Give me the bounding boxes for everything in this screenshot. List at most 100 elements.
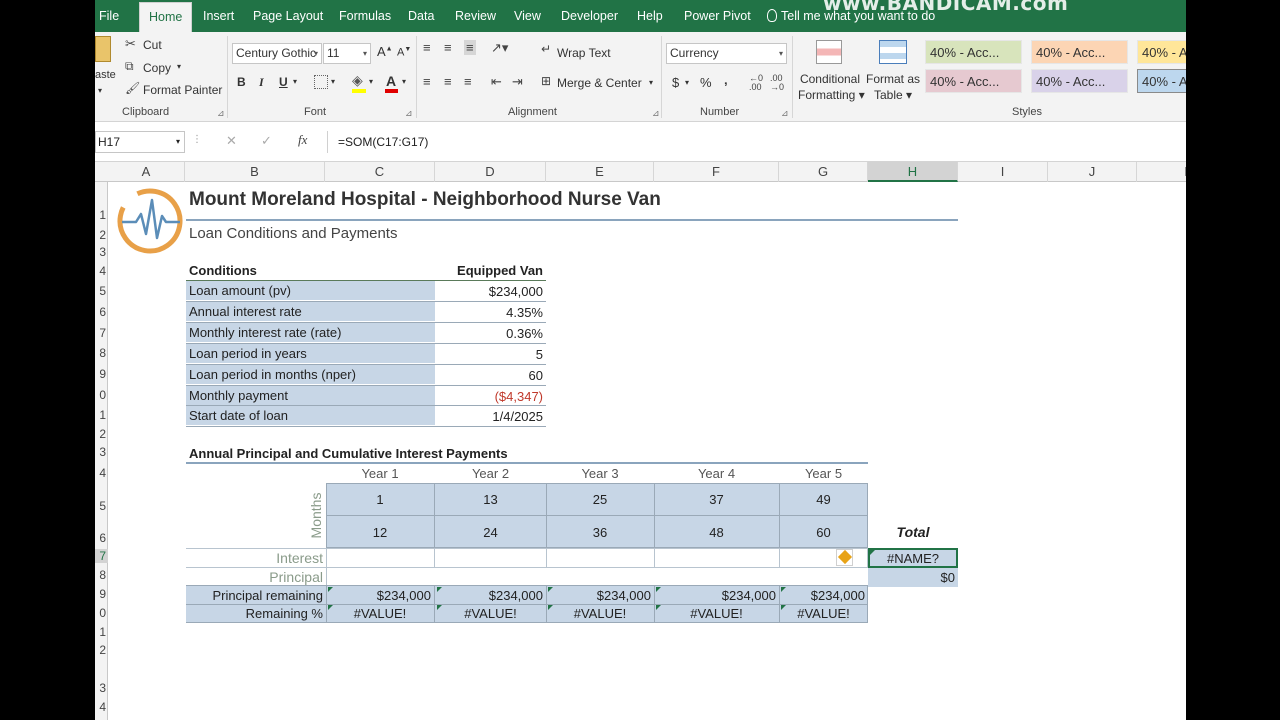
end-month[interactable]: 12 xyxy=(326,523,434,542)
paste-dropdown-icon[interactable]: ▾ xyxy=(98,86,102,95)
row-header[interactable]: 4 xyxy=(95,264,108,278)
tab-file[interactable]: File xyxy=(99,0,119,32)
year-header[interactable]: Year 3 xyxy=(546,464,654,483)
principal-remaining-value[interactable]: $234,000 xyxy=(779,586,868,605)
year-header[interactable]: Year 1 xyxy=(325,464,435,483)
row-header[interactable]: 6 xyxy=(95,305,108,319)
condition-label[interactable]: Loan amount (pv) xyxy=(186,281,435,300)
principal-total-cell[interactable]: $0 xyxy=(868,568,958,587)
percent-button[interactable]: % xyxy=(700,75,712,90)
condition-value[interactable]: 4.35% xyxy=(435,303,546,322)
column-header[interactable]: B xyxy=(185,162,325,182)
column-header[interactable]: H xyxy=(868,162,958,182)
condition-label[interactable]: Monthly payment xyxy=(186,386,435,405)
align-center-icon[interactable]: ≡ xyxy=(444,74,452,89)
principal-remaining-label[interactable]: Principal remaining xyxy=(186,586,326,605)
tab-formulas[interactable]: Formulas xyxy=(339,0,391,32)
condition-value[interactable]: 5 xyxy=(435,345,546,364)
align-left-icon[interactable]: ≡ xyxy=(423,74,431,89)
tab-view[interactable]: View xyxy=(514,0,541,32)
row-header[interactable]: 1 xyxy=(95,208,108,222)
currency-button[interactable]: $ xyxy=(672,75,679,90)
column-header[interactable]: F xyxy=(654,162,779,182)
clipboard-launcher-icon[interactable]: ⊿ xyxy=(217,108,225,119)
formula-input[interactable]: =SOM(C17:G17) xyxy=(327,131,1185,153)
style-tile[interactable]: 40% - Acc... xyxy=(925,40,1022,64)
remaining-pct-value[interactable]: #VALUE! xyxy=(779,604,868,623)
row-header[interactable]: 2 xyxy=(95,427,108,441)
equipped-van-header[interactable]: Equipped Van xyxy=(435,261,546,280)
fill-color-icon[interactable]: ◈ xyxy=(352,72,363,89)
tab-home[interactable]: Home xyxy=(139,2,193,32)
number-format-select[interactable]: Currency ▾ xyxy=(666,43,787,64)
condition-label[interactable]: Loan period in months (nper) xyxy=(186,365,435,384)
row-header[interactable]: 9 xyxy=(95,587,108,601)
column-header[interactable]: C xyxy=(325,162,435,182)
row-header[interactable]: 2 xyxy=(95,643,108,657)
principal-remaining-value[interactable]: $234,000 xyxy=(546,586,654,605)
annual-payments-header[interactable]: Annual Principal and Cumulative Interest… xyxy=(186,444,686,463)
font-name-select[interactable]: Century Gothic ▾ xyxy=(232,43,322,64)
currency-dropdown-icon[interactable]: ▾ xyxy=(685,78,689,87)
row-header[interactable]: 5 xyxy=(95,499,108,513)
cut-button[interactable]: Cut xyxy=(143,38,162,52)
italic-button[interactable]: I xyxy=(259,75,264,90)
row-header[interactable]: 4 xyxy=(95,700,108,714)
column-header[interactable]: A xyxy=(108,162,185,182)
comma-button[interactable]: ‚ xyxy=(724,72,728,87)
borders-icon[interactable] xyxy=(314,75,328,89)
align-top-icon[interactable]: ≡ xyxy=(423,40,431,55)
increase-indent-icon[interactable]: ⇥ xyxy=(512,74,523,90)
end-month[interactable]: 60 xyxy=(779,523,868,542)
wrap-text-button[interactable]: Wrap Text xyxy=(557,46,611,60)
format-as-table-button[interactable]: Format as Table ▾ xyxy=(863,71,923,103)
row-header[interactable]: 1 xyxy=(95,408,108,422)
decrease-decimal-icon[interactable]: .00 →0 xyxy=(770,74,784,92)
start-month[interactable]: 1 xyxy=(326,490,434,509)
row-header[interactable]: 4 xyxy=(95,466,108,480)
tab-page-layout[interactable]: Page Layout xyxy=(253,0,323,32)
column-header[interactable]: G xyxy=(779,162,868,182)
merge-dropdown-icon[interactable]: ▾ xyxy=(649,78,653,87)
row-header[interactable]: 0 xyxy=(95,606,108,620)
insert-function-icon[interactable]: fx xyxy=(298,132,307,148)
copy-dropdown-icon[interactable]: ▾ xyxy=(177,62,181,71)
principal-remaining-value[interactable]: $234,000 xyxy=(654,586,779,605)
row-header[interactable]: 8 xyxy=(95,346,108,360)
condition-label[interactable]: Loan period in years xyxy=(186,344,435,363)
paste-icon[interactable] xyxy=(95,36,111,62)
error-warning-icon[interactable] xyxy=(836,549,853,566)
column-header[interactable]: J xyxy=(1048,162,1137,182)
condition-value[interactable]: 0.36% xyxy=(435,324,546,343)
tab-help[interactable]: Help xyxy=(637,0,663,32)
tab-power-pivot[interactable]: Power Pivot xyxy=(684,0,751,32)
orientation-icon[interactable]: ↗▾ xyxy=(491,40,508,56)
alignment-launcher-icon[interactable]: ⊿ xyxy=(652,108,660,119)
row-header[interactable]: 1 xyxy=(95,625,108,639)
align-middle-icon[interactable]: ≡ xyxy=(444,40,452,55)
end-month[interactable]: 24 xyxy=(435,523,546,542)
copy-button[interactable]: Copy xyxy=(143,61,171,75)
style-tile[interactable]: 40% - A xyxy=(1137,40,1186,64)
row-header[interactable]: 3 xyxy=(95,445,108,459)
remaining-pct-value[interactable]: #VALUE! xyxy=(435,604,546,623)
start-month[interactable]: 37 xyxy=(654,490,779,509)
font-size-select[interactable]: 11 ▾ xyxy=(323,43,371,64)
increase-decimal-icon[interactable]: ←0.00 xyxy=(749,74,763,92)
paste-button[interactable]: aste xyxy=(95,69,116,81)
align-bottom-icon[interactable]: ≡ xyxy=(464,40,476,55)
font-launcher-icon[interactable]: ⊿ xyxy=(405,108,413,119)
principal-remaining-value[interactable]: $234,000 xyxy=(435,586,546,605)
row-header[interactable]: 7 xyxy=(95,549,108,563)
style-tile[interactable]: 40% - A xyxy=(1137,69,1186,93)
end-month[interactable]: 36 xyxy=(546,523,654,542)
row-header[interactable]: 5 xyxy=(95,284,108,298)
year-header[interactable]: Year 5 xyxy=(779,464,868,483)
row-header[interactable]: 7 xyxy=(95,326,108,340)
condition-value[interactable]: 60 xyxy=(435,366,546,385)
row-header[interactable]: 6 xyxy=(95,531,108,545)
principal-remaining-value[interactable]: $234,000 xyxy=(326,586,434,605)
remaining-pct-value[interactable]: #VALUE! xyxy=(326,604,434,623)
end-month[interactable]: 48 xyxy=(654,523,779,542)
row-header[interactable]: 2 xyxy=(95,228,108,242)
